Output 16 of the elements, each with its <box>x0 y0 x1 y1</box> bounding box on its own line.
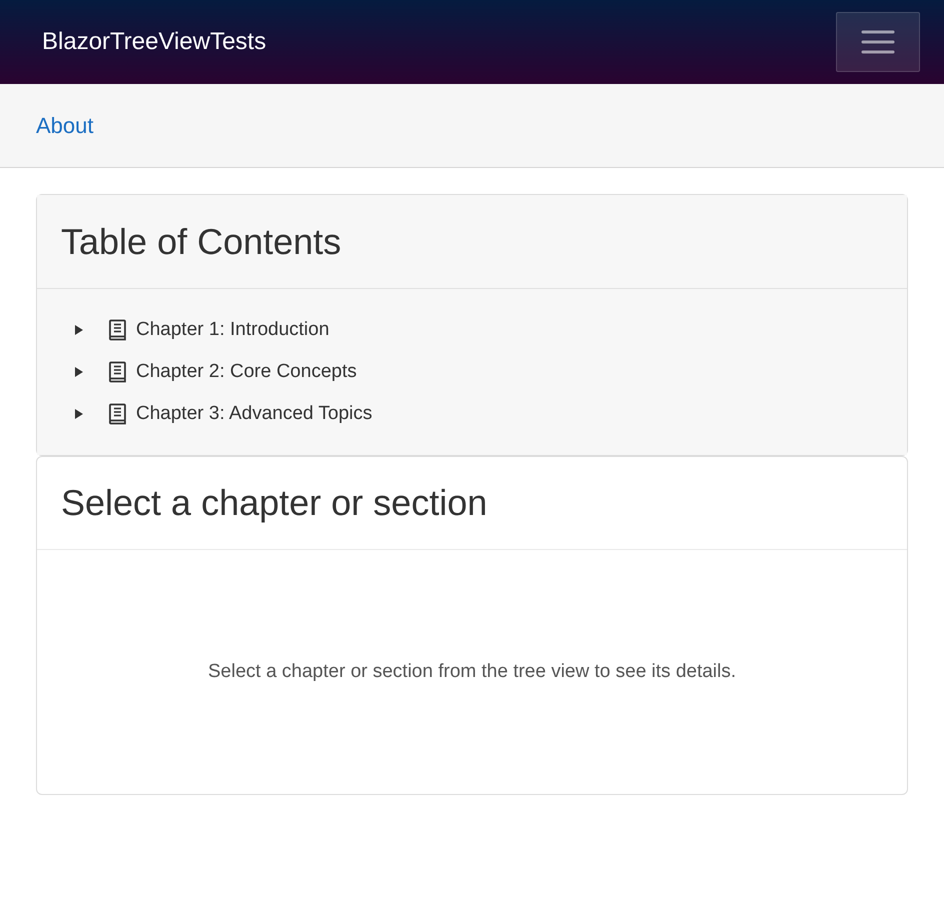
menu-button[interactable] <box>836 12 920 72</box>
expand-caret-icon[interactable] <box>73 366 85 378</box>
app-title[interactable]: BlazorTreeViewTests <box>42 24 266 60</box>
nav-link[interactable]: About <box>36 109 94 142</box>
expand-caret-icon[interactable] <box>73 324 85 336</box>
tree-item-label[interactable]: Chapter 1: Introduction <box>136 316 330 344</box>
book-icon <box>108 403 128 425</box>
empty-message: Select a chapter or section from the tree view to see its details. <box>208 660 736 684</box>
card-title: Select a chapter or section <box>60 485 488 521</box>
expand-caret-icon[interactable] <box>73 408 85 420</box>
book-icon <box>108 361 128 383</box>
menu-icon <box>861 30 895 54</box>
book-icon <box>108 319 128 341</box>
tree-item-label[interactable]: Chapter 2: Core Concepts <box>136 358 357 386</box>
tree-item-label[interactable]: Chapter 3: Advanced Topics <box>136 400 372 428</box>
card-title: Table of Contents <box>60 224 342 260</box>
